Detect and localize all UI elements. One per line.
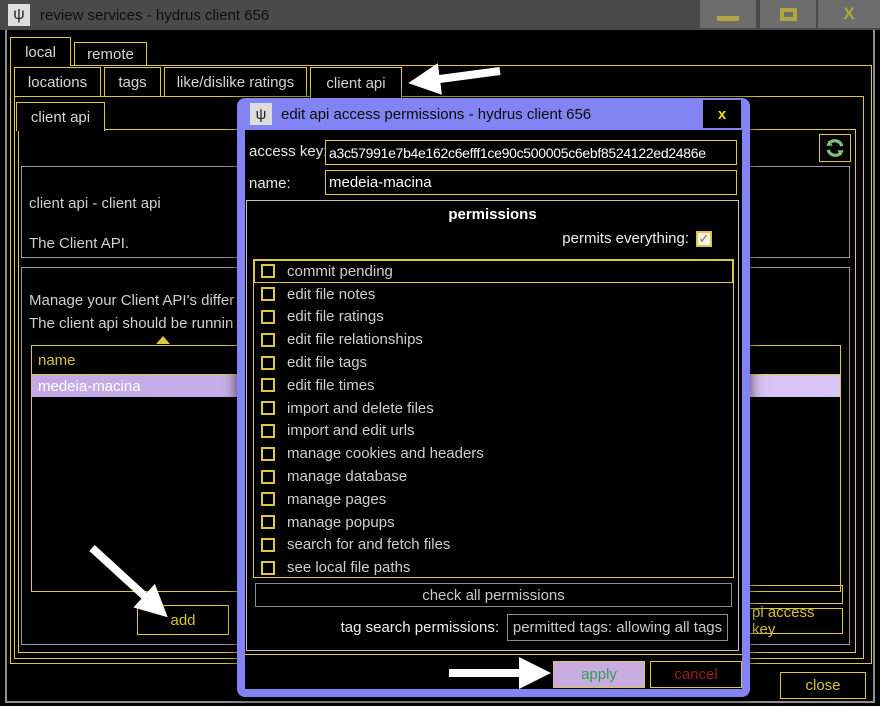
checkbox-icon[interactable]	[261, 378, 275, 392]
apply-button[interactable]: apply	[553, 661, 645, 688]
permission-item[interactable]: manage pages	[254, 488, 733, 511]
tab-like-dislike-ratings[interactable]: like/dislike ratings	[164, 67, 307, 97]
permissions-groupbox: permissions permits everything: commit p…	[246, 200, 739, 651]
permission-label: edit file tags	[287, 354, 367, 371]
permission-item[interactable]: commit pending	[254, 260, 733, 283]
permission-item[interactable]: manage popups	[254, 511, 733, 534]
dialog-content: access key: a3c57991e7b4e162c6efff1ce90c…	[245, 130, 742, 689]
access-key-label: access key:	[249, 143, 327, 160]
permission-item[interactable]: edit file times	[254, 374, 733, 397]
hydrus-logo-icon: ψ	[8, 4, 30, 26]
permits-everything-label: permits everything:	[562, 230, 689, 247]
tab-local[interactable]: local	[10, 37, 71, 66]
permission-item[interactable]: see local file paths	[254, 556, 733, 579]
permission-item[interactable]: edit file notes	[254, 283, 733, 306]
api-access-key-button[interactable]: pi access key	[745, 608, 843, 634]
permission-item[interactable]: edit file tags	[254, 351, 733, 374]
permission-label: import and edit urls	[287, 422, 415, 439]
application-root: ψ review services - hydrus client 656 X …	[0, 0, 880, 706]
sort-ascending-icon	[156, 336, 170, 344]
minimize-icon	[717, 16, 739, 21]
service-description-text: The Client API.	[29, 235, 129, 252]
close-button[interactable]: close	[780, 672, 866, 699]
add-button[interactable]: add	[137, 605, 229, 635]
manage-line1-text: Manage your Client API's differ	[29, 292, 234, 309]
tab-tags[interactable]: tags	[104, 67, 161, 97]
permission-label: manage pages	[287, 491, 386, 508]
tab-client-api[interactable]: client api	[310, 67, 402, 98]
tab-remote[interactable]: remote	[74, 42, 147, 66]
refresh-icon	[824, 137, 846, 159]
permission-label: edit file times	[287, 377, 375, 394]
checkbox-icon[interactable]	[261, 470, 275, 484]
permission-label: manage database	[287, 468, 407, 485]
permission-item[interactable]: manage cookies and headers	[254, 442, 733, 465]
permissions-title: permissions	[247, 206, 738, 223]
tab-locations[interactable]: locations	[14, 67, 101, 97]
permission-label: edit file relationships	[287, 331, 423, 348]
minimize-button[interactable]	[700, 0, 756, 28]
permission-item[interactable]: edit file ratings	[254, 306, 733, 329]
permission-item[interactable]: edit file relationships	[254, 328, 733, 351]
tab-client-api-service[interactable]: client api	[16, 102, 105, 131]
name-input[interactable]: medeia-macina	[325, 170, 737, 195]
dialog-separator	[245, 654, 742, 655]
checkbox-icon[interactable]	[261, 561, 275, 575]
service-title-text: client api - client api	[29, 195, 161, 212]
access-key-input[interactable]: a3c57991e7b4e162c6efff1ce90c500005c6ebf8…	[325, 140, 737, 165]
permission-label: manage popups	[287, 514, 395, 531]
hydrus-logo-icon: ψ	[250, 103, 272, 125]
dialog-close-button[interactable]: x	[703, 100, 741, 128]
checkbox-icon[interactable]	[261, 424, 275, 438]
partial-button-box[interactable]	[745, 585, 843, 604]
close-icon: X	[843, 4, 854, 24]
check-all-permissions-button[interactable]: check all permissions	[255, 583, 732, 607]
maximize-button[interactable]	[760, 0, 816, 28]
tag-search-permissions-dropdown[interactable]: permitted tags: allowing all tags	[507, 614, 728, 641]
permission-label: import and delete files	[287, 400, 434, 417]
permission-item[interactable]: manage database	[254, 465, 733, 488]
manage-line2-text: The client api should be runnin	[29, 315, 233, 332]
cancel-button[interactable]: cancel	[650, 661, 742, 688]
permission-item[interactable]: import and delete files	[254, 397, 733, 420]
checkbox-icon[interactable]	[261, 401, 275, 415]
edit-api-permissions-dialog: ψ edit api access permissions - hydrus c…	[237, 98, 750, 697]
permits-everything-checkbox[interactable]	[696, 231, 712, 247]
window-title: review services - hydrus client 656	[40, 7, 269, 24]
checkbox-icon[interactable]	[261, 492, 275, 506]
checkbox-icon[interactable]	[261, 310, 275, 324]
name-label: name:	[249, 175, 291, 192]
maximize-icon	[780, 8, 797, 21]
permission-item[interactable]: search for and fetch files	[254, 534, 733, 557]
window-close-button[interactable]: X	[818, 0, 880, 28]
permission-label: search for and fetch files	[287, 536, 450, 553]
permission-label: edit file ratings	[287, 308, 384, 325]
tag-search-permissions-label: tag search permissions:	[341, 619, 499, 636]
checkbox-icon[interactable]	[261, 356, 275, 370]
checkbox-icon[interactable]	[261, 333, 275, 347]
permissions-list: commit pending edit file notes edit file…	[253, 259, 734, 578]
checkbox-icon[interactable]	[261, 515, 275, 529]
permission-label: manage cookies and headers	[287, 445, 484, 462]
checkbox-icon[interactable]	[261, 264, 275, 278]
checkbox-icon[interactable]	[261, 287, 275, 301]
permission-item[interactable]: import and edit urls	[254, 420, 733, 443]
permission-label: see local file paths	[287, 559, 410, 576]
checkbox-icon[interactable]	[261, 447, 275, 461]
permission-label: edit file notes	[287, 286, 375, 303]
dialog-titlebar: ψ edit api access permissions - hydrus c…	[237, 98, 750, 130]
refresh-button[interactable]	[819, 134, 851, 162]
permission-label: commit pending	[287, 263, 393, 280]
dialog-title: edit api access permissions - hydrus cli…	[281, 106, 591, 123]
checkbox-icon[interactable]	[261, 538, 275, 552]
